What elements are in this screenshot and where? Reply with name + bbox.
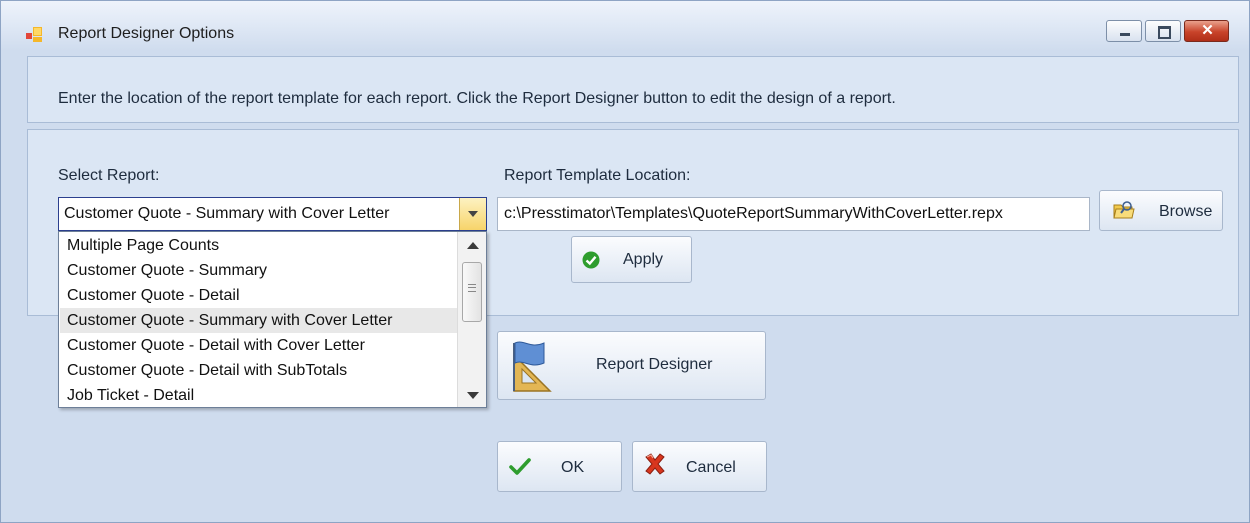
- maximize-icon: [1158, 26, 1171, 39]
- cancel-x-icon: [645, 453, 665, 475]
- ok-label: OK: [561, 459, 585, 476]
- select-report-dropdown-list[interactable]: Multiple Page Counts Customer Quote - Su…: [58, 231, 487, 408]
- template-location-label: Report Template Location:: [504, 167, 691, 184]
- instructions-text: Enter the location of the report templat…: [58, 90, 896, 107]
- dropdown-option[interactable]: Customer Quote - Detail with SubTotals: [60, 358, 458, 383]
- grip-icon: [468, 284, 476, 292]
- dropdown-option-selected[interactable]: Customer Quote - Summary with Cover Lett…: [60, 308, 458, 333]
- checkmark-circle-icon: [582, 251, 600, 269]
- select-report-combobox[interactable]: Customer Quote - Summary with Cover Lett…: [58, 197, 487, 231]
- browse-label: Browse: [1159, 203, 1213, 220]
- app-icon: [26, 27, 42, 42]
- dropdown-option[interactable]: Customer Quote - Detail: [60, 283, 458, 308]
- browse-button[interactable]: Browse: [1099, 190, 1223, 231]
- close-icon: ✕: [1201, 22, 1214, 39]
- report-designer-button[interactable]: Report Designer: [497, 331, 766, 400]
- minimize-icon: [1120, 33, 1130, 36]
- window-title: Report Designer Options: [58, 25, 235, 42]
- cancel-button[interactable]: Cancel: [632, 441, 767, 492]
- maximize-button[interactable]: [1145, 20, 1181, 42]
- chevron-down-icon: [468, 211, 478, 217]
- select-report-label: Select Report:: [58, 167, 160, 184]
- minimize-button[interactable]: [1106, 20, 1142, 42]
- scroll-down-arrow-icon[interactable]: [467, 392, 479, 399]
- ok-button[interactable]: OK: [497, 441, 622, 492]
- template-location-input[interactable]: c:\Presstimator\Templates\QuoteReportSum…: [497, 197, 1090, 231]
- scroll-up-arrow-icon[interactable]: [467, 242, 479, 249]
- scrollbar-thumb[interactable]: [462, 262, 482, 322]
- title-bar[interactable]: Report Designer Options ✕: [1, 1, 1249, 51]
- close-button[interactable]: ✕: [1184, 20, 1229, 42]
- browse-folder-icon: [1113, 201, 1135, 219]
- report-designer-icon: [513, 341, 552, 392]
- dropdown-scrollbar[interactable]: [457, 232, 486, 407]
- select-report-value: Customer Quote - Summary with Cover Lett…: [64, 205, 390, 222]
- dropdown-option[interactable]: Job Ticket - Detail: [60, 383, 458, 407]
- checkmark-icon: [509, 458, 531, 475]
- dropdown-option[interactable]: Customer Quote - Detail with Cover Lette…: [60, 333, 458, 358]
- dropdown-option[interactable]: Multiple Page Counts: [60, 233, 458, 258]
- combobox-dropdown-button[interactable]: [459, 198, 486, 230]
- apply-button[interactable]: Apply: [571, 236, 692, 283]
- dropdown-option[interactable]: Customer Quote - Summary: [60, 258, 458, 283]
- cancel-label: Cancel: [686, 459, 736, 476]
- apply-label: Apply: [623, 251, 664, 268]
- template-location-value: c:\Presstimator\Templates\QuoteReportSum…: [504, 205, 1003, 222]
- report-designer-options-window: Report Designer Options ✕ Enter the loca…: [0, 0, 1250, 523]
- report-designer-label: Report Designer: [596, 356, 713, 373]
